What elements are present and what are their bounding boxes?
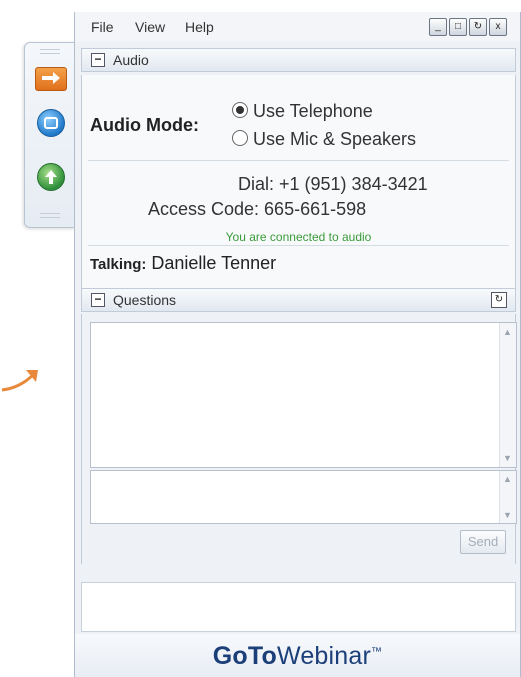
divider (88, 160, 509, 161)
brand-webinar: Webinar (276, 642, 372, 670)
popout-icon: ↻ (494, 294, 504, 305)
minimize-button[interactable]: _ (429, 18, 447, 36)
questions-popout-button[interactable]: ↻ (491, 292, 507, 308)
sidebar-top-grip[interactable] (40, 49, 60, 54)
gotowebinar-logo: GoToWebinar™ (75, 634, 520, 677)
sidebar-upload-button[interactable] (37, 163, 65, 191)
menu-help[interactable]: Help (185, 19, 214, 35)
gotowebinar-window: File View Help _ □ ↻ x − Audio Audio Mod… (74, 12, 521, 677)
close-icon: x (495, 21, 501, 32)
sidebar-bottom-grip[interactable] (40, 213, 60, 218)
control-panel-sidebar (24, 42, 75, 228)
scroll-down-icon[interactable]: ▼ (503, 453, 512, 463)
radio-use-mic-speakers[interactable]: Use Mic & Speakers (232, 129, 416, 150)
audio-panel-title: Audio (113, 52, 149, 68)
audio-mode-label: Audio Mode: (90, 115, 199, 135)
undock-icon: ↻ (473, 21, 483, 32)
bottom-info-area (81, 582, 516, 632)
divider (88, 245, 509, 246)
talking-label: Talking: (90, 256, 147, 273)
restore-icon: □ (454, 21, 462, 32)
talking-indicator: Talking: Danielle Tenner (90, 253, 276, 274)
access-code: Access Code: 665-661-598 (148, 199, 367, 219)
send-button[interactable]: Send (460, 530, 506, 554)
use-mic-speakers-label: Use Mic & Speakers (253, 129, 417, 149)
arrow-right-icon (42, 72, 60, 84)
pointer-arrow-icon (1, 370, 38, 392)
minus-icon: − (94, 292, 102, 306)
audio-connected-status: You are connected to audio (225, 230, 372, 244)
scroll-up-icon[interactable]: ▲ (503, 327, 512, 337)
close-button[interactable]: x (489, 18, 507, 36)
menu-file[interactable]: File (91, 19, 114, 35)
stop-icon (44, 117, 58, 129)
scroll-down-icon[interactable]: ▼ (503, 510, 512, 520)
menu-view[interactable]: View (135, 19, 165, 35)
audio-collapse-button[interactable]: − (91, 53, 105, 67)
audio-panel-header: − Audio (81, 48, 516, 72)
sidebar-stop-button[interactable] (37, 109, 65, 137)
questions-panel: ▲ ▼ ▲ ▼ Send (81, 314, 517, 564)
radio-unselected-icon (232, 130, 248, 146)
questions-collapse-button[interactable]: − (91, 293, 105, 307)
minus-icon: − (94, 52, 102, 66)
questions-log[interactable]: ▲ ▼ (90, 322, 517, 468)
questions-panel-header: − Questions ↻ (81, 288, 516, 312)
audio-panel: Audio Mode: Use Telephone Use Mic & Spea… (81, 75, 516, 289)
radio-selected-icon (232, 102, 248, 118)
restore-button[interactable]: □ (449, 18, 467, 36)
questions-panel-title: Questions (113, 292, 177, 308)
upload-icon (45, 170, 57, 184)
radio-use-telephone[interactable]: Use Telephone (232, 101, 373, 122)
question-input[interactable]: ▲ ▼ (90, 470, 517, 524)
talking-name: Danielle Tenner (151, 253, 277, 273)
use-telephone-label: Use Telephone (253, 101, 373, 121)
question-input-scrollbar[interactable]: ▲ ▼ (499, 471, 516, 523)
scroll-up-icon[interactable]: ▲ (503, 474, 512, 484)
brand-to: To (247, 642, 277, 670)
sidebar-arrow-button[interactable] (35, 67, 67, 91)
dial-number: Dial: +1 (951) 384-3421 (238, 174, 428, 194)
brand-tm: ™ (371, 646, 383, 658)
undock-button[interactable]: ↻ (469, 18, 487, 36)
minimize-icon: _ (435, 21, 441, 32)
questions-log-scrollbar[interactable]: ▲ ▼ (499, 323, 516, 467)
brand-go: Go (212, 642, 248, 670)
menu-bar: File View Help _ □ ↻ x (75, 12, 520, 42)
